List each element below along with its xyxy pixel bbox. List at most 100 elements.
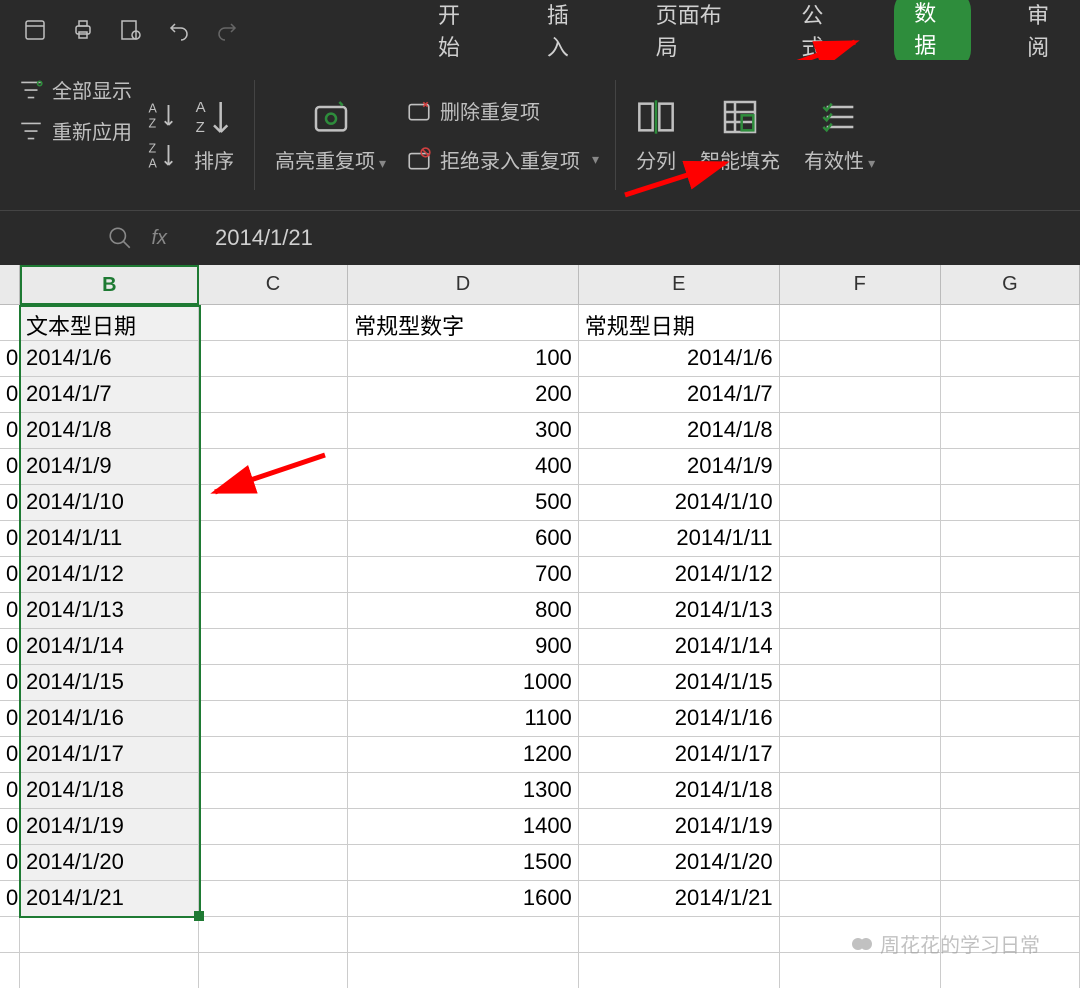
cell[interactable] [941, 629, 1080, 665]
cell[interactable]: 2014/1/6 [20, 341, 199, 377]
cell[interactable] [941, 665, 1080, 701]
cell[interactable]: 2014/1/10 [20, 485, 199, 521]
cell[interactable]: 0 [0, 593, 20, 629]
cell[interactable]: 2014/1/19 [20, 809, 199, 845]
cell[interactable]: 2014/1/7 [20, 377, 199, 413]
cell[interactable] [199, 521, 348, 557]
cell[interactable]: 2014/1/14 [579, 629, 780, 665]
cell[interactable]: 0 [0, 449, 20, 485]
cell[interactable]: 2014/1/20 [20, 845, 199, 881]
cell[interactable] [780, 809, 941, 845]
sort-button[interactable]: AZ 排序 [182, 82, 246, 189]
formula-value[interactable]: 2014/1/21 [185, 225, 313, 251]
cell[interactable] [780, 377, 941, 413]
smart-fill-button[interactable]: 智能填充 [688, 82, 792, 189]
cell[interactable] [780, 665, 941, 701]
highlight-dup-button[interactable]: 高亮重复项▾ [263, 82, 398, 189]
cell[interactable]: 常规型日期 [579, 305, 780, 341]
cell[interactable] [579, 953, 780, 988]
save-icon[interactable] [20, 18, 50, 42]
cell[interactable]: 0 [0, 665, 20, 701]
cell[interactable]: 800 [348, 593, 579, 629]
cell[interactable] [941, 449, 1080, 485]
cell[interactable]: 500 [348, 485, 579, 521]
cell[interactable] [199, 953, 348, 988]
cell[interactable] [780, 593, 941, 629]
cell[interactable]: 0 [0, 557, 20, 593]
cell[interactable] [780, 413, 941, 449]
cell[interactable] [20, 953, 199, 988]
cell[interactable]: 2014/1/17 [579, 737, 780, 773]
cell[interactable]: 1000 [348, 665, 579, 701]
cell[interactable] [199, 593, 348, 629]
cell[interactable] [780, 881, 941, 917]
cell[interactable]: 0 [0, 773, 20, 809]
cell[interactable]: 700 [348, 557, 579, 593]
cell[interactable]: 0 [0, 377, 20, 413]
cell[interactable] [941, 377, 1080, 413]
sort-asc-icon[interactable]: AZ [146, 100, 176, 130]
cell[interactable] [199, 665, 348, 701]
cell[interactable]: 2014/1/8 [579, 413, 780, 449]
cell[interactable] [941, 557, 1080, 593]
col-header-B[interactable]: B [20, 265, 199, 305]
cell[interactable]: 2014/1/16 [20, 701, 199, 737]
cell[interactable] [941, 773, 1080, 809]
cell[interactable] [780, 341, 941, 377]
cell[interactable]: 2014/1/14 [20, 629, 199, 665]
cell[interactable] [780, 701, 941, 737]
cell[interactable] [941, 413, 1080, 449]
cell[interactable] [199, 881, 348, 917]
cell[interactable] [0, 953, 20, 988]
cell[interactable]: 2014/1/8 [20, 413, 199, 449]
cell[interactable] [348, 953, 579, 988]
cell[interactable] [199, 737, 348, 773]
cell[interactable] [941, 485, 1080, 521]
print-icon[interactable] [68, 18, 98, 42]
cell[interactable]: 600 [348, 521, 579, 557]
cell[interactable] [199, 701, 348, 737]
cell[interactable]: 2014/1/9 [579, 449, 780, 485]
cell[interactable]: 1100 [348, 701, 579, 737]
cell[interactable] [199, 845, 348, 881]
redo-icon[interactable] [212, 18, 242, 42]
cell[interactable]: 0 [0, 521, 20, 557]
cell[interactable]: 1300 [348, 773, 579, 809]
cell[interactable]: 2014/1/10 [579, 485, 780, 521]
col-header-edge[interactable] [0, 265, 20, 305]
cell[interactable] [0, 917, 20, 953]
cell[interactable] [199, 485, 348, 521]
cell[interactable] [199, 413, 348, 449]
cell[interactable] [199, 557, 348, 593]
cell[interactable]: 0 [0, 413, 20, 449]
cell[interactable]: 1500 [348, 845, 579, 881]
reapply-button[interactable]: 重新应用 [18, 116, 132, 145]
cell[interactable] [941, 953, 1080, 988]
cell[interactable] [0, 305, 20, 341]
cell[interactable] [780, 845, 941, 881]
fx-icon[interactable]: fx [151, 227, 167, 250]
cell[interactable]: 0 [0, 737, 20, 773]
cell[interactable] [199, 305, 348, 341]
cell[interactable]: 2014/1/13 [20, 593, 199, 629]
cell[interactable]: 0 [0, 341, 20, 377]
cell[interactable]: 2014/1/19 [579, 809, 780, 845]
cell[interactable]: 2014/1/18 [20, 773, 199, 809]
cell[interactable]: 2014/1/11 [20, 521, 199, 557]
cell[interactable] [780, 953, 941, 988]
cell[interactable]: 400 [348, 449, 579, 485]
cell[interactable] [941, 701, 1080, 737]
col-header-F[interactable]: F [780, 265, 941, 305]
remove-dup-button[interactable]: 删除重复项 [406, 96, 599, 125]
cell[interactable]: 2014/1/21 [579, 881, 780, 917]
cell[interactable]: 文本型日期 [20, 305, 199, 341]
cell[interactable] [780, 521, 941, 557]
sort-desc-icon[interactable]: ZA [146, 140, 176, 170]
cell[interactable] [780, 773, 941, 809]
col-header-G[interactable]: G [941, 265, 1080, 305]
undo-icon[interactable] [164, 18, 194, 42]
cell[interactable]: 2014/1/12 [20, 557, 199, 593]
cell[interactable] [20, 917, 199, 953]
cell[interactable] [199, 449, 348, 485]
cell[interactable] [780, 305, 941, 341]
